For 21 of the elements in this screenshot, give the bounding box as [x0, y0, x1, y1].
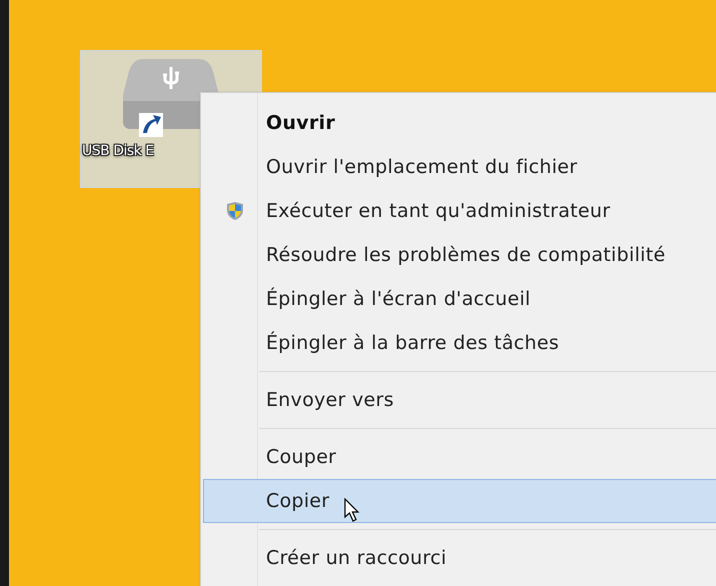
menu-item[interactable]: Couper	[203, 435, 716, 479]
icon-label: USB Disk E	[82, 142, 154, 161]
menu-item[interactable]: Copier	[203, 479, 716, 523]
shield-icon	[226, 201, 244, 221]
menu-item-label: Envoyer vers	[266, 388, 394, 413]
menu-item-label: Copier	[266, 488, 330, 514]
menu-item-label: Ouvrir	[266, 110, 336, 136]
menu-item-label: Résoudre les problèmes de compatibilité	[266, 242, 666, 268]
menu-item-label: Couper	[266, 444, 336, 470]
menu-item[interactable]: Créer un raccourci	[203, 536, 716, 580]
menu-item-label: Épingler à la barre des tâches	[266, 330, 560, 356]
mouse-cursor-icon	[344, 498, 360, 522]
menu-item-label: Épingler à l'écran d'accueil	[266, 286, 531, 312]
menu-item-label: Créer un raccourci	[266, 546, 447, 571]
menu-item-label: Exécuter en tant qu'administrateur	[266, 198, 610, 224]
menu-item[interactable]: Exécuter en tant qu'administrateur	[203, 189, 716, 233]
menu-item[interactable]: Épingler à l'écran d'accueil	[203, 277, 716, 321]
menu-item-label: Ouvrir l'emplacement du fichier	[266, 154, 578, 180]
menu-item[interactable]: Envoyer vers	[203, 378, 716, 422]
menu-item[interactable]: Résoudre les problèmes de compatibilité	[203, 233, 716, 277]
menu-item[interactable]: Épingler à la barre des tâches	[203, 321, 716, 365]
